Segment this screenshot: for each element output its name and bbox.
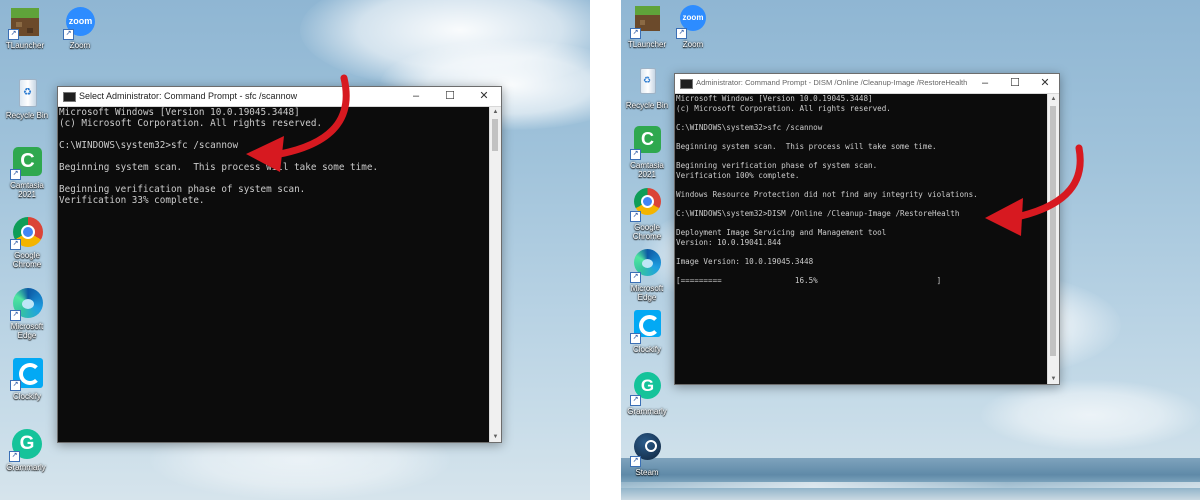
console-line: Beginning verification phase of system s… [59,184,306,195]
left-screenshot: ↗ TLauncher zoom ↗ Zoom ♻ Recycle Bin C … [0,0,590,500]
console-line: Beginning system scan. This process will… [676,141,937,151]
right-screenshot: ↗ TLauncher zoom ↗ Zoom ♻ Recycle Bin C … [621,0,1200,500]
console-line: Version: 10.0.19041.844 [676,237,782,247]
console-line: Verification 33% complete. [59,195,205,206]
desktop-icon-camtasia[interactable]: C ↗ Camtasia 2021 [1,146,53,199]
console-line: (c) Microsoft Corporation. All rights re… [676,103,891,113]
console-line: C:\WINDOWS\system32>DISM /Online /Cleanu… [676,209,960,219]
desktop-icon-microsoft-edge[interactable]: ↗ Microsoft Edge [1,287,53,340]
edge-icon: ↗ [10,287,44,321]
desktop-icon-label: Grammarly [6,463,46,472]
grammarly-icon: G ↗ [9,428,43,462]
desktop-icon-google-chrome[interactable]: ↗ Google Chrome [621,188,673,241]
chrome-icon: ↗ [630,188,664,222]
console-app-icon [63,92,76,102]
desktop-icon-label: Recycle Bin [5,111,49,120]
console-line: Windows Resource Protection did not find… [676,189,978,199]
desktop-icon-clockify[interactable]: ↗ Clockify [1,357,53,401]
camtasia-icon: C ↗ [10,146,44,180]
scroll-down-arrow-icon[interactable]: ▼ [490,432,501,442]
scroll-down-arrow-icon[interactable]: ▼ [1048,374,1059,384]
zoom-icon: zoom ↗ [676,5,710,39]
close-button[interactable]: ✕ [467,87,501,106]
desktop-icon-tlauncher[interactable]: ↗ TLauncher [621,5,673,49]
desktop-icon-label: Camtasia 2021 [10,181,44,199]
console-line: Deployment Image Servicing and Managemen… [676,228,887,238]
grammarly-icon: G ↗ [630,372,664,406]
chrome-icon: ↗ [10,216,44,250]
clockify-icon: ↗ [630,310,664,344]
close-button[interactable]: ✕ [1031,74,1059,93]
desktop-icon-label: Google Chrome [12,251,42,269]
desktop-icon-grammarly[interactable]: G ↗ Grammarly [621,372,673,416]
desktop-icon-label: Microsoft Edge [630,284,664,302]
desktop-icon-label: Zoom [682,40,704,49]
minimize-button[interactable]: – [971,74,999,93]
desktop-icon-label: Grammarly [627,407,667,416]
annotation-arrow-icon [985,144,1084,236]
desktop-icon-camtasia[interactable]: C ↗ Camtasia 2021 [621,126,673,179]
desktop-icon-zoom[interactable]: zoom ↗ Zoom [667,5,719,49]
window-title: Administrator: Command Prompt - DISM /On… [696,78,968,87]
console-app-icon [680,79,693,89]
console-output[interactable]: Microsoft Windows [Version 10.0.19045.34… [676,94,978,286]
desktop-icon-label: Microsoft Edge [10,322,44,340]
desktop-icon-label: Clockify [632,345,661,354]
sea-horizon [621,458,1200,500]
desktop-icon-clockify[interactable]: ↗ Clockify [621,310,673,354]
desktop-icon-label: Google Chrome [632,223,662,241]
desktop-icon-grammarly[interactable]: G ↗ Grammarly [0,428,52,472]
recycle-bin-icon: ♻ [630,66,664,100]
zoom-icon: zoom ↗ [63,6,97,40]
desktop-icon-label: Camtasia 2021 [630,161,664,179]
desktop-icon-recycle-bin[interactable]: ♻ Recycle Bin [1,76,53,120]
clockify-icon: ↗ [10,357,44,391]
console-line: Microsoft Windows [Version 10.0.19045.34… [676,94,873,103]
desktop-icon-zoom[interactable]: zoom ↗ Zoom [54,6,106,50]
maximize-button[interactable]: ☐ [1001,74,1029,93]
tlauncher-icon: ↗ [630,5,664,39]
window-titlebar[interactable]: Administrator: Command Prompt - DISM /On… [675,74,1059,94]
vertical-scrollbar[interactable]: ▲ ▼ [489,107,501,442]
scroll-up-arrow-icon[interactable]: ▲ [490,107,501,117]
scrollbar-thumb[interactable] [492,119,498,151]
tlauncher-icon: ↗ [8,6,42,40]
edge-icon: ↗ [630,249,664,283]
camtasia-icon: C ↗ [630,126,664,160]
desktop-icon-label: Clockify [12,392,41,401]
desktop-icon-google-chrome[interactable]: ↗ Google Chrome [1,216,53,269]
desktop-icon-label: Steam [635,468,659,477]
desktop-icon-steam[interactable]: ↗ Steam [621,433,673,477]
scroll-up-arrow-icon[interactable]: ▲ [1048,94,1059,104]
console-line: Beginning verification phase of system s… [676,161,878,171]
recycle-bin-icon: ♻ [10,76,44,110]
desktop-icon-label: TLauncher [627,40,667,49]
maximize-button[interactable]: ☐ [433,87,467,106]
desktop-icon-label: Zoom [69,41,91,50]
console-line: [========= 16.5% ] [676,276,942,286]
desktop-icon-label: TLauncher [5,41,45,50]
steam-icon: ↗ [630,433,664,467]
desktop-icon-label: Recycle Bin [625,101,669,110]
annotation-arrow-icon [246,74,350,172]
desktop-icon-tlauncher[interactable]: ↗ TLauncher [0,6,51,50]
desktop-icon-recycle-bin[interactable]: ♻ Recycle Bin [621,66,673,110]
minimize-button[interactable]: – [399,87,433,106]
console-line: Verification 100% complete. [676,170,800,180]
console-line: C:\WINDOWS\system32>sfc /scannow [676,122,823,132]
console-line: Image Version: 10.0.19045.3448 [676,257,814,267]
desktop-icon-microsoft-edge[interactable]: ↗ Microsoft Edge [621,249,673,302]
